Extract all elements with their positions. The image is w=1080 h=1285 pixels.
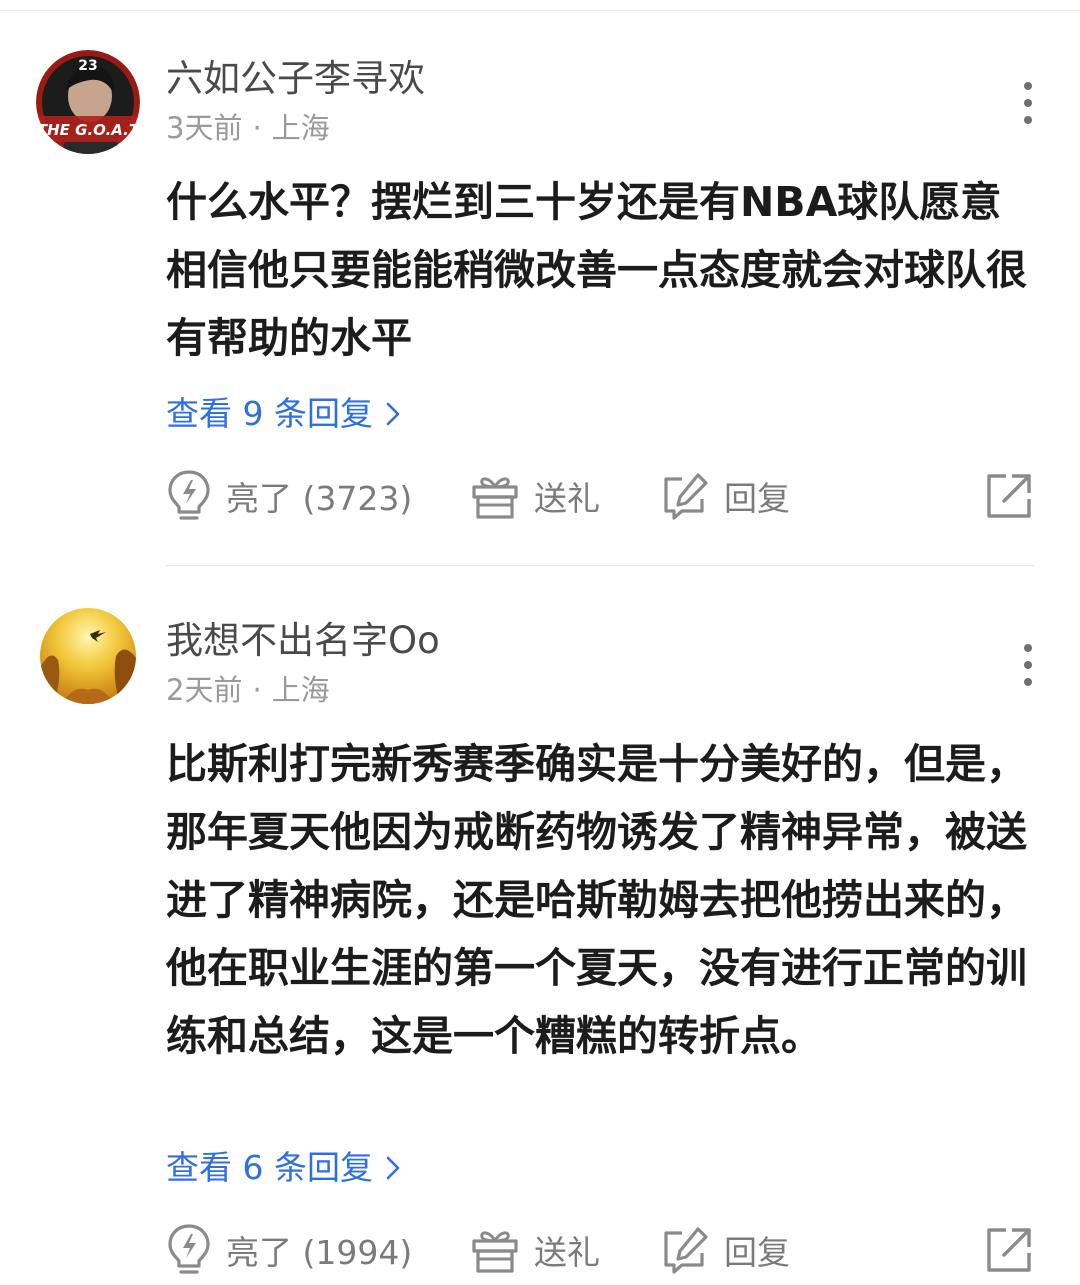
like-label: 亮了 (3723) [226,479,413,518]
view-replies-link[interactable]: 查看 9 条回复 [166,392,401,438]
gift-label: 送礼 [534,1233,600,1272]
like-label: 亮了 (1994) [226,1233,413,1272]
gift-button[interactable]: 送礼 [470,1220,600,1280]
edit-icon [660,1225,710,1275]
lightbulb-icon [166,468,212,524]
share-icon [984,471,1034,521]
edit-icon [660,471,710,521]
gift-icon [470,471,520,521]
like-button[interactable]: 亮了 (3723) [166,466,412,526]
lightbulb-icon [166,1222,212,1278]
avatar[interactable] [40,608,136,704]
chevron-right-icon [385,394,401,438]
avatar-text: THE G.O.A.T [37,121,140,139]
like-button[interactable]: 亮了 (1994) [166,1220,412,1280]
avatar[interactable]: THE G.O.A.T 23 [36,50,140,154]
reply-button[interactable]: 回复 [660,1220,790,1280]
comment-actions: 亮了 (3723) 送礼 回复 [0,466,1080,526]
comment-meta: 3天前 · 上海 [166,108,330,148]
reply-label: 回复 [724,1233,790,1272]
comment-body: 比斯利打完新秀赛季确实是十分美好的，但是，那年夏天他因为戒断药物诱发了精神异常，… [166,740,1027,1060]
gift-label: 送礼 [534,479,600,518]
share-button[interactable] [984,1220,1034,1280]
meta-separator: · [252,673,262,707]
top-divider [0,10,1080,11]
comment-location: 上海 [271,673,330,707]
comment-time: 2天前 [166,673,243,707]
comment-actions: 亮了 (1994) 送礼 回复 [0,1220,1080,1280]
comment-meta: 2天前 · 上海 [166,670,330,710]
avatar-number: 23 [78,58,97,74]
view-replies-link[interactable]: 查看 6 条回复 [166,1146,401,1192]
more-vertical-icon [1024,644,1032,652]
more-options-button[interactable] [1010,642,1046,688]
username[interactable]: 六如公子李寻欢 [166,54,425,104]
view-replies-label: 查看 9 条回复 [166,394,373,433]
gift-icon [470,1225,520,1275]
comment-location: 上海 [271,111,330,145]
comment-body: 什么水平？摆烂到三十岁还是有NBA球队愿意相信他只要能能稍微改善一点态度就会对球… [166,178,1027,362]
reply-label: 回复 [724,479,790,518]
chevron-right-icon [385,1148,401,1192]
comment-divider [166,565,1034,566]
share-button[interactable] [984,466,1034,526]
comment-time: 3天前 [166,111,243,145]
share-icon [984,1225,1034,1275]
more-options-button[interactable] [1010,80,1046,126]
view-replies-label: 查看 6 条回复 [166,1148,373,1187]
gift-button[interactable]: 送礼 [470,466,600,526]
meta-separator: · [252,111,262,145]
reply-button[interactable]: 回复 [660,466,790,526]
username[interactable]: 我想不出名字Oo [166,616,440,666]
more-vertical-icon [1024,82,1032,90]
